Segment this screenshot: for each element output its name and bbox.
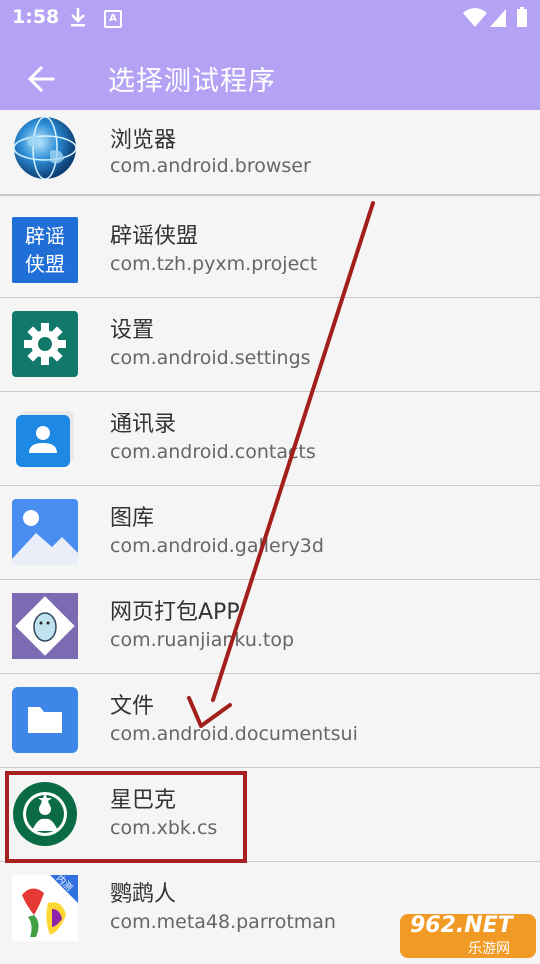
arrow-back-icon	[27, 65, 55, 93]
app-package: com.android.browser	[110, 155, 311, 177]
list-item-settings[interactable]: 设置 com.android.settings	[0, 298, 540, 393]
wifi-icon	[463, 8, 487, 27]
app-name: 星巴克	[110, 788, 177, 813]
contacts-icon	[16, 411, 74, 467]
folder-icon	[12, 687, 78, 753]
app-package: com.android.settings	[110, 347, 311, 369]
app-name: 通讯录	[110, 412, 177, 437]
app-package: com.tzh.pyxm.project	[110, 253, 318, 275]
page-title: 选择测试程序	[108, 66, 276, 97]
status-time: 1:58	[12, 6, 60, 28]
app-package: com.android.gallery3d	[110, 535, 324, 557]
app-name: 浏览器	[110, 128, 177, 153]
list-item-piyao[interactable]: 辟谣 侠盟 辟谣侠盟 com.tzh.pyxm.project	[0, 204, 540, 299]
list-item-gallery[interactable]: 图库 com.android.gallery3d	[0, 486, 540, 581]
app-name: 设置	[110, 318, 155, 343]
app-package: com.android.documentsui	[110, 723, 358, 745]
list-item-browser[interactable]: 浏览器 com.android.browser	[0, 110, 540, 196]
battery-icon	[517, 7, 527, 27]
list-item-files[interactable]: 文件 com.android.documentsui	[0, 674, 540, 769]
gear-icon	[12, 311, 78, 377]
signal-icon	[490, 9, 506, 27]
app-name: 网页打包APP	[110, 600, 240, 625]
accessibility-icon: A	[104, 10, 122, 28]
app-package: com.ruanjianku.top	[110, 629, 295, 651]
app-package: com.xbk.cs	[110, 817, 218, 839]
app-package: com.android.contacts	[110, 441, 316, 463]
back-button[interactable]	[18, 57, 64, 101]
app-name: 鹦鹉人	[110, 882, 177, 907]
app-name: 图库	[110, 506, 155, 531]
globe-icon	[13, 116, 77, 180]
app-name: 辟谣侠盟	[110, 224, 199, 249]
icon-text-line1: 辟谣	[25, 224, 65, 248]
icon-text-line2: 侠盟	[25, 252, 65, 276]
app-name: 文件	[110, 694, 155, 719]
list-item-contacts[interactable]: 通讯录 com.android.contacts	[0, 392, 540, 487]
watermark-logo: 962.NET 乐游网	[398, 908, 538, 960]
download-icon	[71, 8, 85, 27]
starbucks-logo-icon	[13, 782, 77, 846]
watermark-text: 962.NET	[410, 913, 513, 938]
status-bar: 1:58 A	[0, 0, 540, 37]
app-package: com.meta48.parrotman	[110, 911, 336, 933]
app-bar: 选择测试程序	[0, 37, 540, 120]
watermark-subtext: 乐游网	[468, 941, 510, 957]
piyao-logo-icon: 辟谣 侠盟	[12, 217, 78, 283]
moomin-icon	[12, 593, 78, 659]
list-item-web-pack[interactable]: 网页打包APP com.ruanjianku.top	[0, 580, 540, 675]
gallery-icon	[12, 499, 78, 565]
list-item-starbucks[interactable]: 星巴克 com.xbk.cs	[0, 768, 540, 863]
